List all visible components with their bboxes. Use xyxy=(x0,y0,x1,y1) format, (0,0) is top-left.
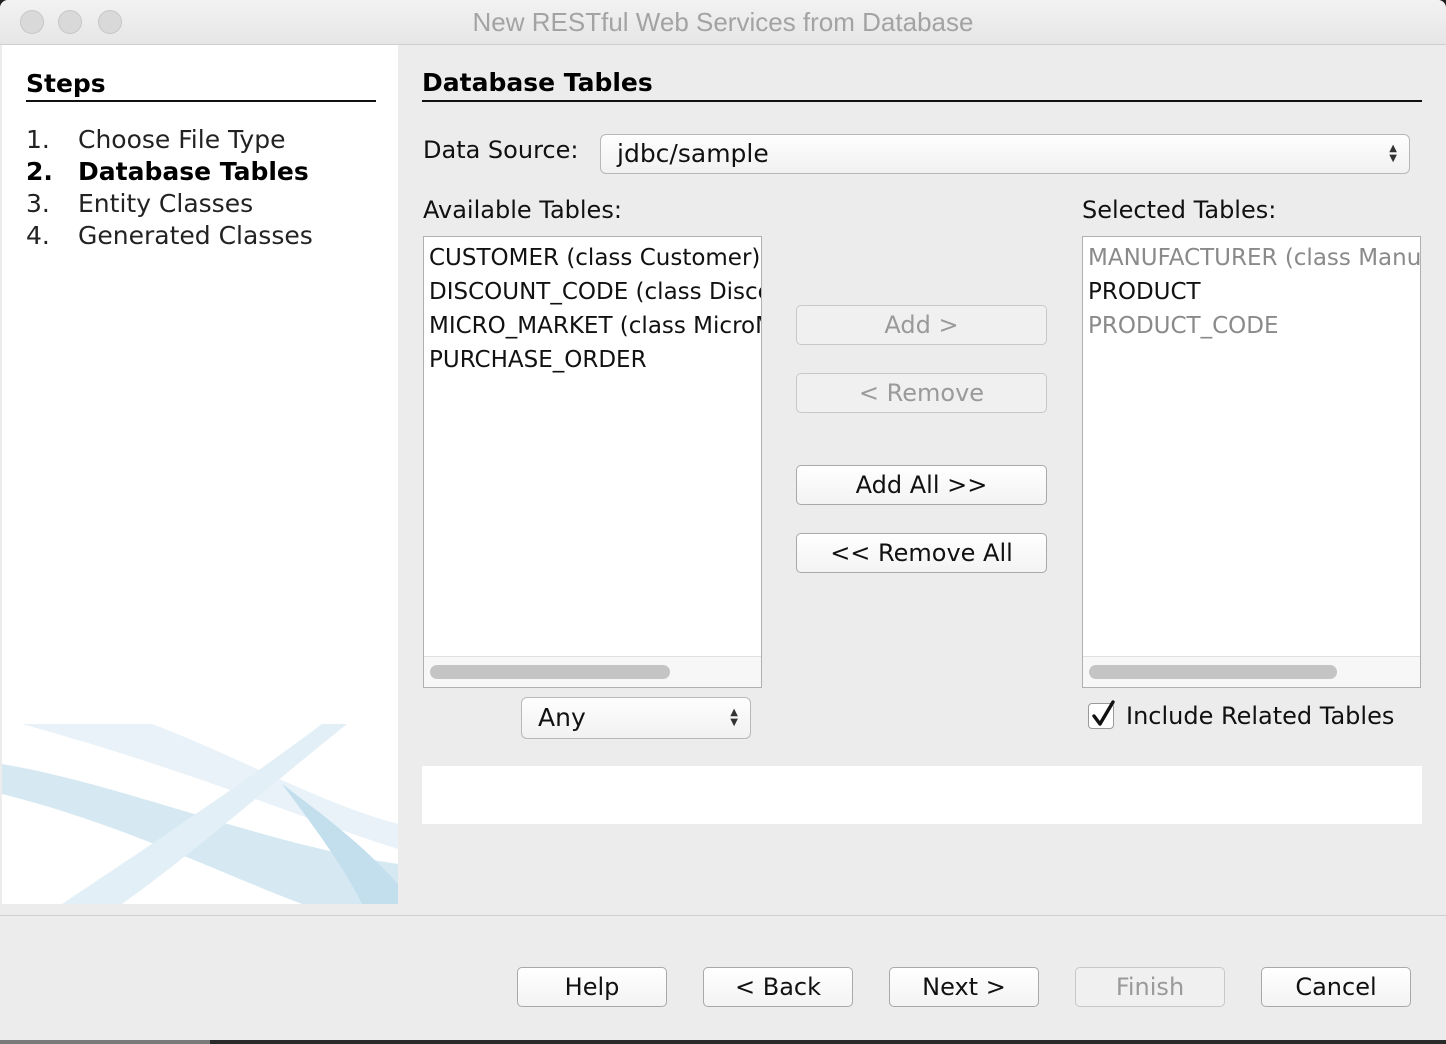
step-label: Choose File Type xyxy=(78,125,286,154)
horizontal-scrollbar[interactable] xyxy=(1083,656,1420,687)
step-number: 1. xyxy=(26,125,50,154)
back-button[interactable]: < Back xyxy=(703,967,853,1007)
list-item[interactable]: CUSTOMER (class Customer) xyxy=(429,241,761,275)
table-filter-select[interactable]: Any ▲ ▼ xyxy=(521,697,751,739)
step-number: 2. xyxy=(26,157,53,186)
include-related-label[interactable]: Include Related Tables xyxy=(1126,702,1394,730)
main-title: Database Tables xyxy=(422,68,1422,102)
remove-all-button[interactable]: << Remove All xyxy=(796,533,1047,573)
list-item[interactable]: MICRO_MARKET (class MicroMarket) xyxy=(429,309,761,343)
step-label: Database Tables xyxy=(78,157,309,186)
dialog-window: New RESTful Web Services from Database S… xyxy=(0,0,1446,1040)
scrollbar-thumb[interactable] xyxy=(1089,665,1337,679)
cancel-button[interactable]: Cancel xyxy=(1261,967,1411,1007)
finish-button[interactable]: Finish xyxy=(1075,967,1225,1007)
list-item[interactable]: PRODUCT xyxy=(1088,275,1420,309)
list-item[interactable]: MANUFACTURER (class Manufacturer) xyxy=(1088,241,1420,275)
list-item[interactable]: PURCHASE_ORDER xyxy=(429,343,761,377)
selected-tables-list[interactable]: MANUFACTURER (class Manufacturer) PRODUC… xyxy=(1082,236,1421,688)
scrollbar-thumb[interactable] xyxy=(430,665,670,679)
horizontal-scrollbar[interactable] xyxy=(424,656,761,687)
list-item[interactable]: PRODUCT_CODE xyxy=(1088,309,1420,343)
available-tables-label: Available Tables: xyxy=(423,196,622,224)
decorative-swoosh xyxy=(2,724,398,904)
status-message-area xyxy=(422,766,1422,824)
data-source-label: Data Source: xyxy=(423,136,579,164)
checkmark-icon xyxy=(1092,700,1115,726)
next-button[interactable]: Next > xyxy=(889,967,1039,1007)
add-button[interactable]: Add > xyxy=(796,305,1047,345)
step-label: Generated Classes xyxy=(78,221,313,250)
step-label: Entity Classes xyxy=(78,189,254,218)
step-number: 3. xyxy=(26,189,50,218)
available-tables-list[interactable]: CUSTOMER (class Customer) DISCOUNT_CODE … xyxy=(423,236,762,688)
add-all-button[interactable]: Add All >> xyxy=(796,465,1047,505)
selected-tables-label: Selected Tables: xyxy=(1082,196,1277,224)
data-source-select[interactable]: jdbc/sample ▲ ▼ xyxy=(600,134,1410,174)
select-arrows-icon: ▲ ▼ xyxy=(1389,143,1397,164)
steps-title: Steps xyxy=(26,69,376,102)
table-filter-value: Any xyxy=(538,703,586,732)
desktop-edge-highlight xyxy=(0,1040,210,1044)
desktop-edge xyxy=(0,1040,1446,1044)
steps-panel: Steps 1. Choose File Type 2. Database Tabl… xyxy=(2,45,398,904)
help-button[interactable]: Help xyxy=(517,967,667,1007)
window-title: New RESTful Web Services from Database xyxy=(472,7,974,37)
include-related-checkbox[interactable] xyxy=(1088,700,1115,729)
title-bar: New RESTful Web Services from Database xyxy=(0,0,1446,45)
list-item[interactable]: DISCOUNT_CODE (class Discount xyxy=(429,275,761,309)
data-source-value: jdbc/sample xyxy=(617,139,769,168)
footer-separator xyxy=(0,915,1446,916)
remove-button[interactable]: < Remove xyxy=(796,373,1047,413)
step-number: 4. xyxy=(26,221,50,250)
select-arrows-icon: ▲ ▼ xyxy=(730,707,738,728)
